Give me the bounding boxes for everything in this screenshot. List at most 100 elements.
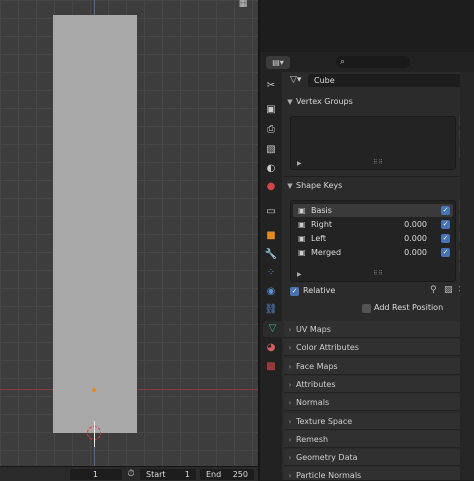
tab-constraints[interactable]: ⛓ (263, 302, 279, 318)
panel-separator (284, 176, 470, 177)
panel-normals[interactable]: › Normals (284, 394, 470, 412)
toggle-quad-view-icon[interactable]: ▦ (236, 0, 250, 9)
start-frame-field[interactable]: Start 1 (140, 469, 196, 480)
chevron-right-icon: › (288, 344, 292, 353)
list-expand-icon[interactable]: ▶ (297, 160, 302, 167)
shape-key-name: Right (311, 220, 333, 229)
tab-world[interactable]: ● (263, 179, 279, 195)
panel-color-attributes[interactable]: › Color Attributes (284, 339, 470, 357)
shape-key-row[interactable]: ▣ Merged 0.000 ✓ (293, 246, 453, 259)
properties-scrollbar[interactable] (460, 72, 474, 480)
output-icon: ⎙ (267, 124, 275, 135)
tab-object[interactable]: ■ (263, 228, 279, 244)
tab-tool[interactable]: ✂ (263, 78, 279, 94)
list-resize-handle[interactable]: ⠿⠿ (373, 159, 384, 166)
render-icon: ▣ (266, 104, 276, 115)
shape-key-row[interactable]: ▣ Basis ✓ (293, 204, 453, 217)
current-frame-field[interactable]: 1 (70, 469, 122, 480)
shape-key-mute-checkbox[interactable]: ✓ (441, 248, 450, 257)
tab-scene[interactable]: ◐ (263, 161, 279, 177)
panel-attributes[interactable]: › Attributes (284, 375, 470, 393)
start-frame-label: Start (146, 470, 166, 479)
object-origin (92, 388, 96, 392)
tab-texture[interactable]: ▩ (263, 359, 279, 375)
panel-texture-space[interactable]: › Texture Space (284, 412, 470, 430)
mesh-name-field[interactable]: Cube (308, 74, 468, 87)
chevron-down-icon: ▼ (287, 182, 293, 190)
panel-title: Geometry Data (296, 453, 358, 463)
tab-particles[interactable]: ⁘ (263, 265, 279, 281)
chevron-right-icon: › (288, 472, 292, 480)
world-icon: ● (266, 181, 276, 192)
tab-modifiers[interactable]: 🔧 (263, 247, 279, 263)
panel-geometry-data[interactable]: › Geometry Data (284, 449, 470, 467)
shape-key-icon: ▣ (298, 220, 306, 229)
tab-collection[interactable]: ▭ (263, 204, 279, 220)
shape-key-row[interactable]: ▣ Left 0.000 ✓ (293, 232, 453, 245)
pin-icon[interactable]: ⚲ (430, 285, 437, 295)
shape-key-mute-checkbox[interactable]: ✓ (441, 206, 450, 215)
shape-key-value[interactable]: 0.000 (393, 232, 427, 245)
end-frame-value: 250 (232, 470, 248, 479)
list-expand-icon[interactable]: ▶ (297, 271, 302, 278)
vertex-groups-title: Vertex Groups (296, 97, 353, 106)
properties-content: ▽▾ Cube ▼Vertex Groups ▶ ⠿⠿ + − ⌄ ▼Shape… (282, 72, 474, 480)
end-frame-field[interactable]: End 250 (200, 469, 254, 480)
panel-title: Face Maps (296, 361, 338, 371)
stopwatch-icon[interactable]: ⏱ (125, 468, 137, 480)
chevron-down-icon: ▼ (287, 98, 293, 106)
tab-physics[interactable]: ◉ (263, 284, 279, 300)
shape-keys-list[interactable]: ▣ Basis ✓ ▣ Right 0.000 ✓ ▣ Left 0.000 ✓… (290, 200, 456, 282)
panel-remesh[interactable]: › Remesh (284, 430, 470, 448)
tab-view-layer[interactable]: ▧ (263, 142, 279, 158)
chevron-right-icon: › (288, 326, 292, 334)
tab-material[interactable]: ◕ (263, 340, 279, 356)
chevron-right-icon: › (288, 435, 292, 444)
shape-key-edit-mode-icon[interactable]: ▧ (444, 285, 453, 295)
shape-key-value[interactable]: 0.000 (393, 246, 427, 259)
texture-icon: ▩ (266, 361, 276, 372)
panel-title: Attributes (296, 379, 336, 389)
search-icon: ⌕ (340, 57, 346, 67)
relative-label: Relative (303, 286, 336, 295)
shape-key-mute-checkbox[interactable]: ✓ (441, 220, 450, 229)
chevron-right-icon: › (288, 399, 292, 408)
collection-icon: ▭ (266, 206, 276, 217)
panel-face-maps[interactable]: › Face Maps (284, 357, 470, 375)
tab-mesh-data[interactable]: ▽ (263, 321, 282, 337)
shape-keys-header[interactable]: ▼ Shape Keys (284, 178, 470, 194)
constraints-icon: ⛓ (264, 304, 278, 315)
start-frame-value: 1 (184, 470, 190, 479)
mesh-name-value: Cube (314, 76, 335, 85)
tab-render[interactable]: ▣ (263, 102, 279, 118)
editor-type-button[interactable]: ▤▾ (266, 56, 290, 69)
shape-key-name: Merged (311, 248, 342, 257)
chevron-right-icon: › (288, 454, 292, 463)
panel-uv-maps[interactable]: › UV Maps (284, 321, 470, 338)
relative-checkbox[interactable]: ✓ (290, 287, 299, 296)
shape-key-row[interactable]: ▣ Right 0.000 ✓ (293, 218, 453, 231)
vertex-groups-list[interactable]: ▶ ⠿⠿ (290, 116, 456, 170)
add-rest-position-checkbox[interactable]: ✓ (362, 304, 371, 313)
object-name-row: ▽▾ Cube (284, 72, 474, 89)
chevron-right-icon: › (288, 362, 292, 371)
list-resize-handle[interactable]: ⠿⠿ (373, 270, 384, 277)
shape-key-value[interactable]: 0.000 (393, 218, 427, 231)
add-rest-position-label: Add Rest Position (374, 303, 444, 312)
panel-title: Remesh (296, 434, 329, 444)
shape-key-icon: ▣ (298, 248, 306, 257)
vertex-groups-header[interactable]: ▼ Vertex Groups (284, 94, 470, 110)
properties-tabs: ✂ ▣ ⎙ ▧ ◐ ● ▭ ■ 🔧 ⁘ ◉ ⛓ ▽ ◕ ▩ (260, 72, 282, 480)
cube-object[interactable] (53, 15, 137, 433)
shape-key-name: Basis (311, 206, 332, 215)
shape-key-mute-checkbox[interactable]: ✓ (441, 234, 450, 243)
shape-keys-title: Shape Keys (296, 181, 343, 190)
tool-icon: ✂ (266, 80, 276, 91)
panel-title: Particle Normals (296, 471, 362, 480)
shape-key-name: Left (311, 234, 327, 243)
tab-output[interactable]: ⎙ (263, 122, 279, 138)
panel-particle-normals[interactable]: › Particle Normals (284, 467, 470, 480)
panel-title: Texture Space (296, 416, 353, 426)
3d-viewport[interactable]: ▦ (0, 0, 258, 466)
search-input[interactable]: ⌕ (336, 56, 410, 68)
